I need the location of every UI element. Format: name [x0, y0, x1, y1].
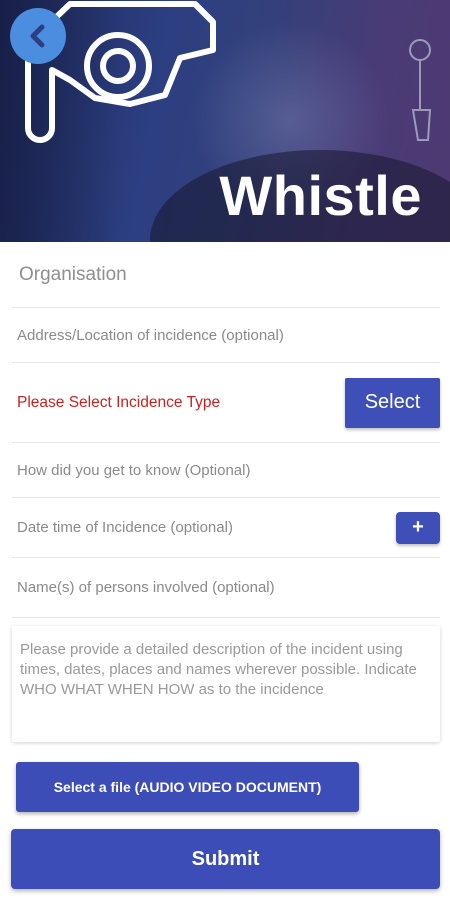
incidence-type-prompt: Please Select Incidence Type — [17, 393, 221, 411]
brand-title: Whistle — [219, 164, 422, 227]
back-button[interactable] — [10, 8, 66, 64]
date-time-placeholder: Date time of Incidence (optional) — [17, 519, 233, 536]
organisation-placeholder: Organisation — [19, 263, 127, 285]
address-field[interactable]: Address/Location of incidence (optional) — [12, 308, 440, 363]
how-known-field[interactable]: How did you get to know (Optional) — [12, 443, 440, 498]
select-incidence-type-button[interactable]: Select — [345, 377, 440, 428]
incidence-type-row: Please Select Incidence Type Select — [12, 363, 440, 443]
submit-button[interactable]: Submit — [11, 829, 440, 889]
description-textarea[interactable]: Please provide a detailed description of… — [12, 626, 440, 742]
address-placeholder: Address/Location of incidence (optional) — [17, 326, 284, 344]
select-file-button[interactable]: Select a file (AUDIO VIDEO DOCUMENT) — [16, 762, 359, 812]
persons-involved-placeholder: Name(s) of persons involved (optional) — [17, 579, 275, 596]
chevron-left-icon — [30, 24, 45, 48]
organisation-field[interactable]: Organisation — [12, 242, 440, 308]
add-date-button[interactable]: + — [396, 511, 440, 544]
header-banner: Whistle — [0, 0, 450, 242]
date-time-row[interactable]: Date time of Incidence (optional) + — [12, 498, 440, 558]
how-known-placeholder: How did you get to know (Optional) — [17, 461, 251, 479]
persons-involved-field[interactable]: Name(s) of persons involved (optional) — [12, 558, 440, 618]
